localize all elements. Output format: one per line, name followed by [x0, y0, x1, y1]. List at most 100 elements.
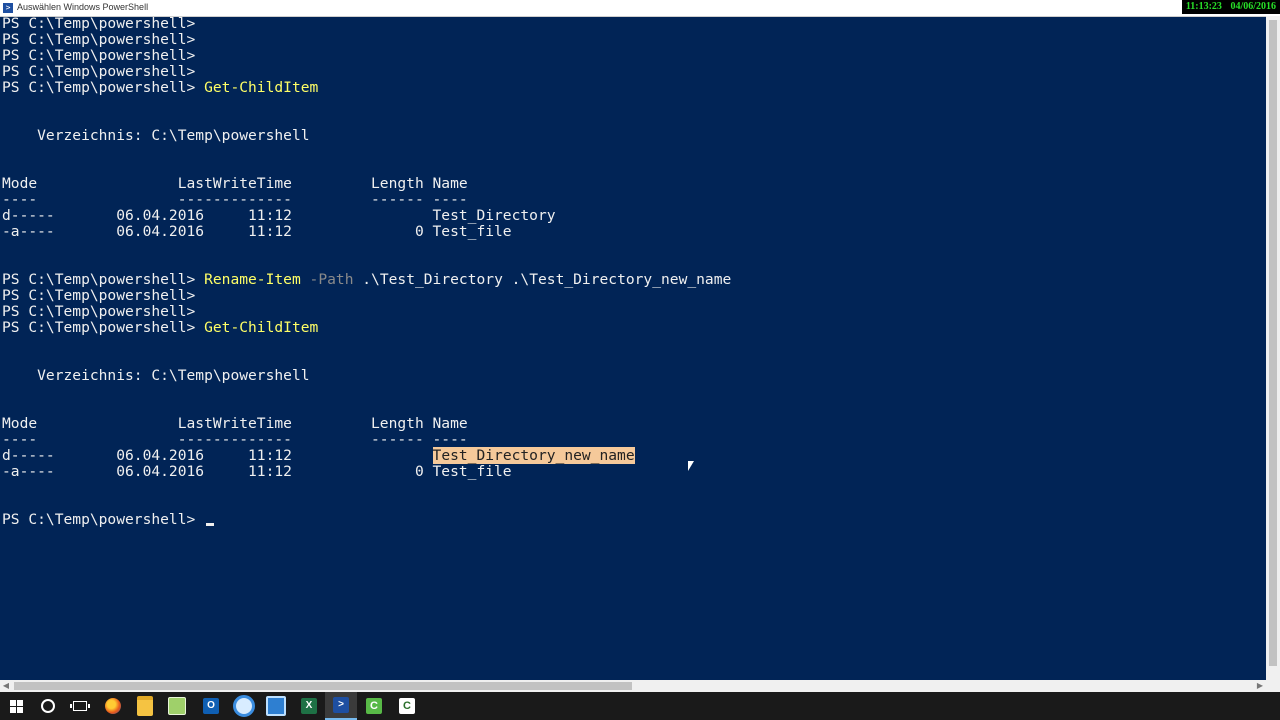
vertical-scrollbar-thumb[interactable]: [1269, 20, 1277, 666]
taskbar-snipping-tool[interactable]: [228, 692, 260, 720]
snipping-icon: [233, 695, 255, 717]
cmdlet-text: Rename-Item: [204, 271, 301, 288]
search-icon: [41, 699, 55, 713]
console-text: PS C:\Temp\powershell>: [2, 303, 196, 320]
taskbar-excel[interactable]: X: [293, 692, 325, 720]
console-text: PS C:\Temp\powershell>: [2, 79, 205, 96]
console-line: PS C:\Temp\powershell>: [2, 304, 1264, 320]
console-text: Verzeichnis: C:\Temp\powershell: [2, 367, 310, 384]
console-line: PS C:\Temp\powershell> Rename-Item -Path…: [2, 272, 1264, 288]
console-text: .\Test_Directory .\Test_Directory_new_na…: [353, 271, 732, 288]
console-line: Verzeichnis: C:\Temp\powershell: [2, 128, 1264, 144]
console-text: -a---- 06.04.2016 11:12 0 Test_file: [2, 463, 512, 480]
start-button[interactable]: [0, 692, 32, 720]
remote-desktop-icon: [266, 696, 286, 716]
horizontal-scrollbar-thumb[interactable]: [14, 682, 632, 690]
parameter-text: -Path: [309, 271, 354, 288]
console-text: PS C:\Temp\powershell>: [2, 63, 196, 80]
scrollbar-corner: [1266, 680, 1280, 692]
console-line: d----- 06.04.2016 11:12 Test_Directory: [2, 208, 1264, 224]
excel-icon: X: [301, 698, 317, 714]
console-line: -a---- 06.04.2016 11:12 0 Test_file: [2, 224, 1264, 240]
console-line: Mode LastWriteTime Length Name: [2, 416, 1264, 432]
scroll-left-arrow-icon[interactable]: ◀: [0, 680, 12, 692]
vertical-scrollbar[interactable]: [1266, 16, 1280, 680]
taskbar-powershell[interactable]: >: [325, 692, 357, 720]
taskbar-notepadpp[interactable]: [161, 692, 193, 720]
clock-date: 04/06/2016: [1230, 1, 1276, 12]
console-output[interactable]: PS C:\Temp\powershell> PS C:\Temp\powersh…: [2, 16, 1264, 680]
console-text: ---- ------------- ------ ----: [2, 191, 468, 208]
taskbar-remote-desktop[interactable]: [260, 692, 292, 720]
console-line: PS C:\Temp\powershell>: [2, 48, 1264, 64]
console-text: -a---- 06.04.2016 11:12 0 Test_file: [2, 223, 512, 240]
console-text: PS C:\Temp\powershell>: [2, 47, 196, 64]
notepad-icon: [168, 697, 186, 715]
console-line: PS C:\Temp\powershell> Get-ChildItem: [2, 80, 1264, 96]
console-line: -a---- 06.04.2016 11:12 0 Test_file: [2, 464, 1264, 480]
console-text: PS C:\Temp\powershell>: [2, 319, 205, 336]
console-line: PS C:\Temp\powershell>: [2, 288, 1264, 304]
folder-icon: [137, 696, 153, 716]
taskbar: O X > C C: [0, 692, 1280, 720]
clock-overlay: 11:13:23 04/06/2016: [1181, 0, 1280, 14]
outlook-icon: O: [203, 698, 219, 714]
clock-time: 11:13:23: [1185, 1, 1222, 12]
search-button[interactable]: [32, 692, 64, 720]
console-text: PS C:\Temp\powershell>: [2, 287, 196, 304]
powershell-icon: >: [3, 3, 13, 13]
windows-logo-icon: [9, 699, 23, 713]
task-view-button[interactable]: [64, 692, 96, 720]
cmdlet-text: Get-ChildItem: [204, 79, 319, 96]
console-line: ---- ------------- ------ ----: [2, 192, 1264, 208]
console-line: Verzeichnis: C:\Temp\powershell: [2, 368, 1264, 384]
console-text: PS C:\Temp\powershell>: [2, 16, 196, 32]
taskbar-camtasia-studio[interactable]: C: [391, 692, 423, 720]
taskbar-file-explorer[interactable]: [129, 692, 161, 720]
powershell-icon: >: [333, 697, 349, 713]
cmdlet-text: Get-ChildItem: [204, 319, 319, 336]
console-line: Mode LastWriteTime Length Name: [2, 176, 1264, 192]
firefox-icon: [105, 698, 121, 714]
console-line: PS C:\Temp\powershell>: [2, 64, 1264, 80]
console-text: Mode LastWriteTime Length Name: [2, 175, 468, 192]
console-line: PS C:\Temp\powershell> Get-ChildItem: [2, 320, 1264, 336]
camtasia-recorder-icon: C: [366, 698, 382, 714]
taskbar-outlook[interactable]: O: [195, 692, 227, 720]
title-bar[interactable]: > Auswählen Windows PowerShell: [0, 0, 1280, 17]
console-line: d----- 06.04.2016 11:12 Test_Directory_n…: [2, 447, 1264, 464]
taskbar-firefox[interactable]: [97, 692, 129, 720]
console-text: PS C:\Temp\powershell>: [2, 271, 205, 288]
mouse-pointer-icon: [688, 461, 694, 471]
console-text: PS C:\Temp\powershell>: [2, 31, 196, 48]
console-text: Mode LastWriteTime Length Name: [2, 415, 468, 432]
selected-text: Test_Directory_new_name: [432, 447, 635, 464]
console-text: ---- ------------- ------ ----: [2, 431, 468, 448]
console-line: ---- ------------- ------ ----: [2, 432, 1264, 448]
taskbar-camtasia-recorder[interactable]: C: [358, 692, 390, 720]
text-cursor: [206, 523, 215, 526]
console-text: d----- 06.04.2016 11:12 Test_Directory: [2, 207, 556, 224]
scroll-right-arrow-icon[interactable]: ▶: [1254, 680, 1266, 692]
task-view-icon: [70, 701, 90, 711]
window-title: Auswählen Windows PowerShell: [17, 2, 149, 12]
console-text: Verzeichnis: C:\Temp\powershell: [2, 127, 310, 144]
console-line: PS C:\Temp\powershell>: [2, 512, 1264, 528]
camtasia-studio-icon: C: [399, 698, 415, 714]
console-text: d----- 06.04.2016 11:12: [2, 447, 433, 464]
console-text: PS C:\Temp\powershell>: [2, 511, 205, 528]
horizontal-scrollbar[interactable]: ◀ ▶: [0, 680, 1266, 692]
console-line: PS C:\Temp\powershell>: [2, 16, 1264, 32]
